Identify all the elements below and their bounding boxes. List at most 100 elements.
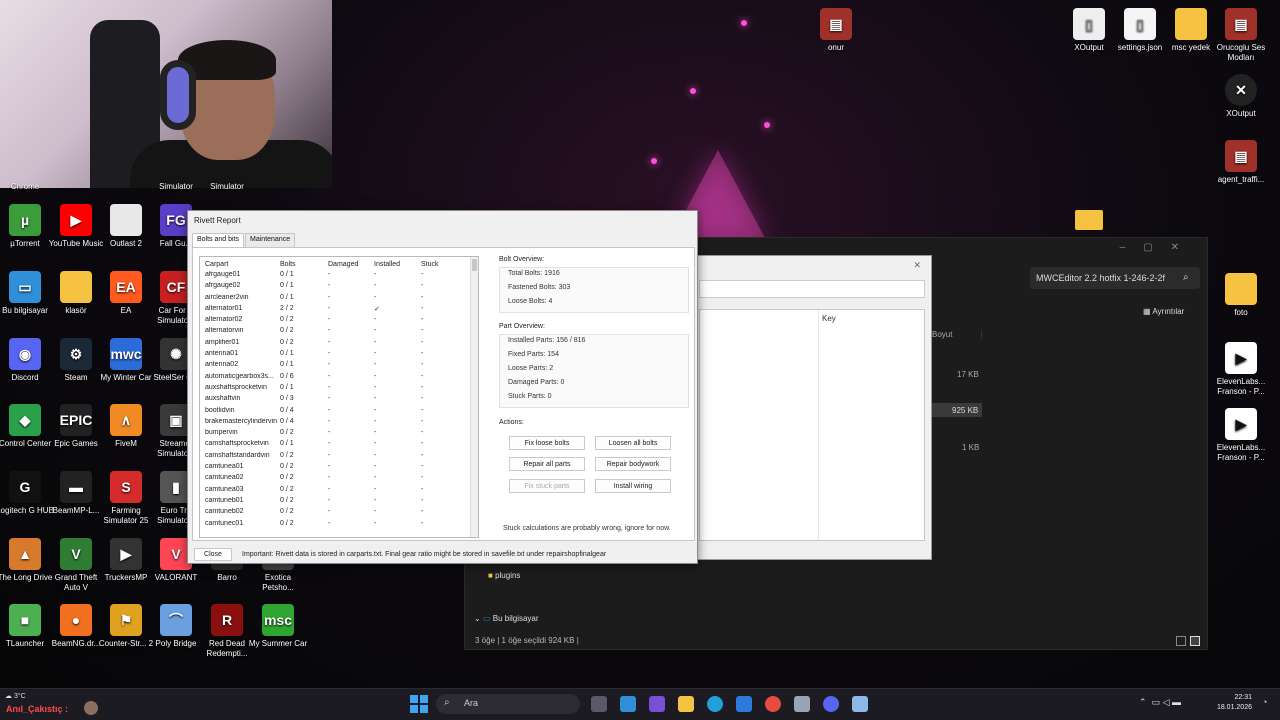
system-tray-icons[interactable]: ⌃ ▭ ◁ ▬	[1139, 697, 1181, 708]
table-row[interactable]: alternatorvin 0 / 2 - - -	[200, 327, 478, 338]
table-row[interactable]: camshaftsprocketvin 0 / 1 - - -	[200, 440, 478, 451]
install-wiring-button[interactable]: Install wiring	[595, 479, 671, 493]
column-header-installed[interactable]: Installed	[374, 261, 421, 271]
table-row[interactable]: amplifier01 0 / 2 - - -	[200, 339, 478, 350]
table-row[interactable]: camtunea02 0 / 2 - - -	[200, 474, 478, 485]
table-cell: 0 / 1	[280, 361, 294, 369]
vertical-scrollbar[interactable]	[470, 257, 478, 537]
table-row[interactable]: afrgauge01 0 / 1 - - -	[200, 271, 478, 282]
table-row[interactable]: bootlidvin 0 / 4 - - -	[200, 407, 478, 418]
key-table[interactable]: Key	[699, 309, 925, 541]
desktop-icon-elevenlabs-1[interactable]: ▶ ElevenLabs... Franson - P...	[1211, 342, 1271, 397]
column-header-damaged[interactable]: Damaged	[328, 261, 374, 271]
tiles-view-icon[interactable]	[1190, 636, 1200, 646]
rivett-report-dialog[interactable]: Rivett Report Bolts and bits Maintenance…	[187, 210, 698, 564]
desktop-icon-label: Barro	[217, 573, 237, 582]
table-cell: 0 / 2	[280, 451, 294, 459]
task-view-icon[interactable]	[591, 696, 607, 712]
editor-app-icon[interactable]	[852, 696, 868, 712]
tlauncher-icon: ■	[9, 604, 41, 636]
desktop-icon-onur[interactable]: ▤ onur	[806, 8, 866, 53]
table-row[interactable]: alternator01 2 / 2 - ✓ -	[200, 305, 478, 316]
discord-icon[interactable]	[823, 696, 839, 712]
scrollbar-thumb[interactable]	[472, 259, 477, 271]
mwceditor-window[interactable]: ✕ Key	[692, 255, 932, 560]
editor-toolbar	[699, 280, 925, 298]
table-cell: -	[374, 429, 377, 437]
table-cell: 0 / 1	[280, 293, 294, 301]
search-icon[interactable]: ⌕	[1183, 272, 1189, 283]
table-row[interactable]: antenna01 0 / 1 - - -	[200, 350, 478, 361]
table-row[interactable]: auxshaftvin 0 / 3 - - -	[200, 395, 478, 406]
notification-bell-icon[interactable]: ◔	[1262, 697, 1267, 707]
copilot-icon[interactable]	[649, 696, 665, 712]
table-row[interactable]: camtuneb02 0 / 2 - - -	[200, 508, 478, 519]
fix-stuck-parts-button[interactable]: Fix stuck parts	[509, 479, 585, 493]
taskbar-search[interactable]: ⌕ Ara	[436, 694, 580, 714]
sidebar-item-plugins[interactable]: ■ plugins	[488, 571, 520, 580]
table-cell: -	[374, 508, 377, 516]
table-cell: -	[421, 406, 424, 414]
clock[interactable]: 22:31 18.01.2026	[1214, 693, 1252, 713]
details-view-icon[interactable]	[1176, 636, 1186, 646]
table-row[interactable]: camtunec01 0 / 2 - - -	[200, 520, 478, 531]
table-cell: 0 / 1	[280, 440, 294, 448]
fix-loose-bolts-button[interactable]: Fix loose bolts	[509, 436, 585, 450]
desktop-icon-foto[interactable]: foto	[1211, 273, 1271, 318]
size-column-header[interactable]: Boyut	[932, 330, 982, 339]
sidebar-item-this-pc[interactable]: ⌄ ▭ Bu bilgisayar	[474, 614, 539, 623]
table-row[interactable]: aircleaner2vin 0 / 1 - - -	[200, 294, 478, 305]
desktop-icon-orucoglu[interactable]: ▤ Orucoglu Ses Modları	[1211, 8, 1271, 63]
close-button[interactable]: Close	[194, 548, 232, 561]
edge-icon[interactable]	[707, 696, 723, 712]
table-row[interactable]: camtunea03 0 / 2 - - -	[200, 486, 478, 497]
tab-bolts-and-bits[interactable]: Bolts and bits	[192, 233, 245, 247]
table-row[interactable]: camtunea01 0 / 2 - - -	[200, 463, 478, 474]
start-button[interactable]	[410, 695, 428, 713]
table-cell: -	[374, 282, 377, 290]
desktop-icon-elevenlabs-2[interactable]: ▶ ElevenLabs... Franson - P...	[1211, 408, 1271, 463]
audio-file-icon: ▶	[1225, 408, 1257, 440]
table-row[interactable]: alternator02 0 / 2 - - -	[200, 316, 478, 327]
tab-maintenance[interactable]: Maintenance	[245, 233, 296, 247]
loosen-all-bolts-button[interactable]: Loosen all bolts	[595, 436, 671, 450]
weather-widget[interactable]: ☁ 3°C	[5, 692, 26, 700]
table-row[interactable]: camtuneb01 0 / 2 - - -	[200, 497, 478, 508]
table-row[interactable]: brakemastercylindervin 0 / 4 - - -	[200, 418, 478, 429]
close-icon[interactable]: ✕	[913, 260, 921, 271]
desktop-icon[interactable]: msc My Summer Car	[248, 604, 308, 649]
folder-icon[interactable]	[1075, 210, 1103, 230]
table-cell: bootlidvin	[205, 406, 235, 414]
table-cell: -	[421, 271, 424, 278]
bolt-overview-group: Bolt Overview: Total Bolts: 1916 Fastene…	[499, 256, 689, 313]
details-toggle[interactable]: ▦ Ayrıntılar	[1143, 307, 1184, 316]
column-header-bolts[interactable]: Bolts	[280, 261, 328, 271]
chrome-icon[interactable]	[765, 696, 781, 712]
rdr-icon: R	[211, 604, 243, 636]
desktop-icon-xoutput-app[interactable]: ✕ XOutput	[1211, 74, 1271, 119]
table-cell: afrgauge02	[205, 282, 241, 290]
carpart-table[interactable]: Carpart Bolts Damaged Installed Stuck af…	[199, 256, 479, 538]
window-controls[interactable]: –▢✕	[1120, 242, 1197, 253]
table-row[interactable]: afrgauge02 0 / 1 - - -	[200, 282, 478, 293]
column-header-stuck[interactable]: Stuck	[421, 261, 461, 271]
mail-icon[interactable]	[736, 696, 752, 712]
repair-bodywork-button[interactable]: Repair bodywork	[595, 457, 671, 471]
explorer-search-box[interactable]: MWCEditor 2.2 hotfix 1-246-2-2f	[1030, 267, 1200, 289]
repair-all-parts-button[interactable]: Repair all parts	[509, 457, 585, 471]
table-cell: alternator02	[205, 316, 243, 324]
table-cell: -	[421, 496, 424, 504]
table-row[interactable]: automaticgearbox3s... 0 / 6 - - -	[200, 373, 478, 384]
column-header-carpart[interactable]: Carpart	[200, 261, 280, 271]
app-icon[interactable]	[794, 696, 810, 712]
table-cell: alternator01	[205, 304, 243, 312]
table-row[interactable]: camshaftstandardvin 0 / 2 - - -	[200, 452, 478, 463]
desktop-icon-agent-traffic[interactable]: ▤ agent_traffi...	[1211, 140, 1271, 185]
store-icon[interactable]	[620, 696, 636, 712]
table-row[interactable]: bumpervin 0 / 2 - - -	[200, 429, 478, 440]
file-explorer-icon[interactable]	[678, 696, 694, 712]
xoutput-icon: ✕	[1225, 74, 1257, 106]
table-row[interactable]: auxshaftsprocketvin 0 / 1 - - -	[200, 384, 478, 395]
table-row[interactable]: antenna02 0 / 1 - - -	[200, 361, 478, 372]
key-column-header[interactable]: Key	[822, 314, 836, 323]
